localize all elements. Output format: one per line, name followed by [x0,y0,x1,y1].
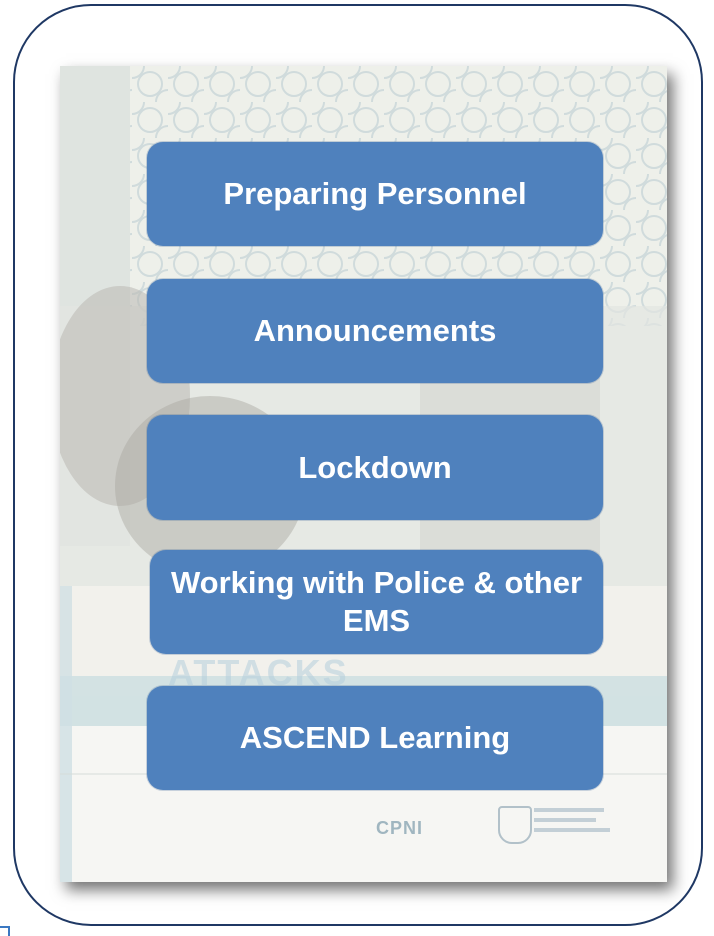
cpni-logo: CPNI [376,818,424,838]
corner-mark [0,926,10,936]
preparing-personnel-button[interactable]: Preparing Personnel [147,142,603,246]
announcements-button[interactable]: Announcements [147,279,603,383]
crest-logo [498,806,532,844]
poster-background: ATTACKS CPNI Preparing Personnel Announc… [60,66,667,882]
lockdown-button[interactable]: Lockdown [147,415,603,520]
crest-logo-text [534,808,614,838]
ascend-learning-button[interactable]: ASCEND Learning [147,686,603,790]
working-with-police-button[interactable]: Working with Police & other EMS [150,550,603,654]
